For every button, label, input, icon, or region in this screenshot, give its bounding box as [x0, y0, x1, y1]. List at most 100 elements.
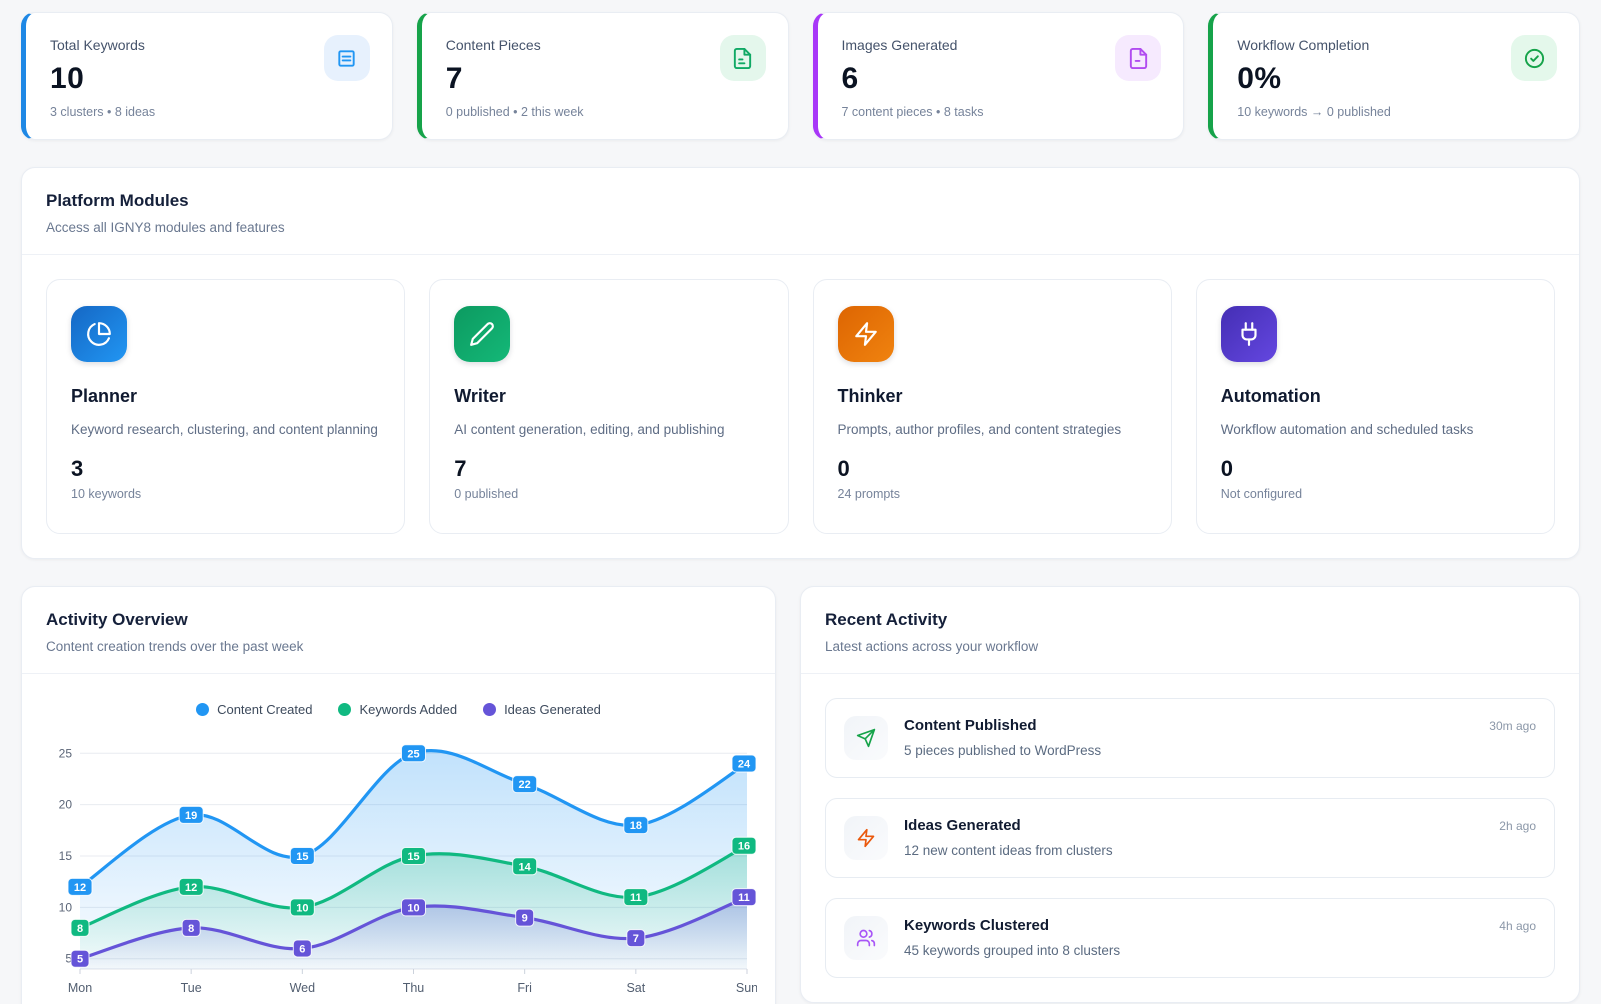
svg-text:9: 9	[522, 913, 528, 925]
platform-modules-panel: Platform Modules Access all IGNY8 module…	[21, 167, 1580, 559]
module-subtext: 10 keywords	[71, 487, 380, 501]
panel-title: Activity Overview	[46, 610, 751, 630]
chart-legend: Content Created Keywords Added Ideas Gen…	[42, 702, 755, 717]
svg-text:12: 12	[185, 882, 197, 894]
module-card-planner[interactable]: Planner Keyword research, clustering, an…	[46, 279, 405, 534]
svg-text:15: 15	[407, 851, 419, 863]
stat-card-images-generated: Images Generated 6 7 content pieces • 8 …	[813, 12, 1185, 140]
module-description: Workflow automation and scheduled tasks	[1221, 420, 1530, 441]
legend-label: Content Created	[217, 702, 312, 717]
legend-item-keywords-added[interactable]: Keywords Added	[338, 702, 457, 717]
activity-timestamp: 2h ago	[1499, 816, 1536, 833]
activity-overview-panel: Activity Overview Content creation trend…	[21, 586, 776, 1004]
stat-value: 10	[50, 62, 366, 96]
pencil-icon	[454, 306, 510, 362]
stat-value: 6	[842, 62, 1158, 96]
activity-title: Content Published	[904, 717, 1473, 734]
zap-icon	[838, 306, 894, 362]
file-text-icon	[720, 35, 766, 81]
svg-text:14: 14	[519, 861, 532, 873]
module-description: Keyword research, clustering, and conten…	[71, 420, 380, 441]
bottom-row: Activity Overview Content creation trend…	[21, 586, 1580, 1004]
svg-text:7: 7	[633, 933, 639, 945]
legend-dot	[338, 703, 351, 716]
recent-activity-panel: Recent Activity Latest actions across yo…	[800, 586, 1580, 1003]
activity-item-keywords-clustered: Keywords Clustered 45 keywords grouped i…	[825, 898, 1555, 978]
activity-timestamp: 30m ago	[1489, 716, 1536, 733]
stat-label: Content Pieces	[446, 37, 762, 53]
send-icon	[844, 716, 888, 760]
legend-label: Ideas Generated	[504, 702, 601, 717]
svg-text:20: 20	[59, 798, 73, 812]
stat-value: 0%	[1237, 62, 1553, 96]
panel-title: Platform Modules	[46, 191, 1555, 211]
svg-text:10: 10	[407, 902, 419, 914]
legend-label: Keywords Added	[359, 702, 457, 717]
activity-text: Ideas Generated 12 new content ideas fro…	[904, 816, 1483, 858]
svg-text:10: 10	[59, 900, 73, 914]
module-name: Automation	[1221, 386, 1530, 407]
panel-subtitle: Latest actions across your workflow	[825, 639, 1555, 654]
panel-subtitle: Access all IGNY8 modules and features	[46, 220, 1555, 235]
panel-subtitle: Content creation trends over the past we…	[46, 639, 751, 654]
svg-text:8: 8	[77, 923, 83, 935]
module-subtext: Not configured	[1221, 487, 1530, 501]
svg-text:18: 18	[630, 820, 642, 832]
activity-chart-area: Content Created Keywords Added Ideas Gen…	[22, 674, 775, 1004]
svg-text:11: 11	[738, 892, 750, 904]
activity-description: 5 pieces published to WordPress	[904, 743, 1473, 758]
module-name: Writer	[454, 386, 763, 407]
module-subtext: 0 published	[454, 487, 763, 501]
zap-icon	[844, 816, 888, 860]
activity-text: Keywords Clustered 45 keywords grouped i…	[904, 916, 1483, 958]
recent-activity-list: Content Published 5 pieces published to …	[801, 674, 1579, 1002]
legend-item-content-created[interactable]: Content Created	[196, 702, 312, 717]
svg-text:12: 12	[74, 882, 86, 894]
svg-text:5: 5	[77, 954, 83, 966]
module-subtext: 24 prompts	[838, 487, 1147, 501]
svg-text:Sun: Sun	[736, 981, 757, 995]
svg-text:15: 15	[59, 849, 73, 863]
file-minus-icon	[1115, 35, 1161, 81]
plug-icon	[1221, 306, 1277, 362]
module-description: AI content generation, editing, and publ…	[454, 420, 763, 441]
users-icon	[844, 916, 888, 960]
stat-subtext: 3 clusters • 8 ideas	[50, 105, 366, 119]
module-name: Planner	[71, 386, 380, 407]
legend-dot	[196, 703, 209, 716]
legend-dot	[483, 703, 496, 716]
legend-item-ideas-generated[interactable]: Ideas Generated	[483, 702, 601, 717]
svg-text:Sat: Sat	[626, 981, 645, 995]
activity-timestamp: 4h ago	[1499, 916, 1536, 933]
list-icon	[324, 35, 370, 81]
module-card-writer[interactable]: Writer AI content generation, editing, a…	[429, 279, 788, 534]
module-name: Thinker	[838, 386, 1147, 407]
module-value: 0	[1221, 456, 1530, 482]
module-description: Prompts, author profiles, and content st…	[838, 420, 1147, 441]
svg-text:Tue: Tue	[181, 981, 202, 995]
svg-text:Mon: Mon	[68, 981, 92, 995]
svg-text:15: 15	[296, 851, 308, 863]
module-card-automation[interactable]: Automation Workflow automation and sched…	[1196, 279, 1555, 534]
pie-chart-icon	[71, 306, 127, 362]
stat-subtext: 7 content pieces • 8 tasks	[842, 105, 1158, 119]
stats-row: Total Keywords 10 3 clusters • 8 ideas C…	[21, 12, 1580, 140]
stat-label: Workflow Completion	[1237, 37, 1553, 53]
svg-text:19: 19	[185, 810, 197, 822]
dashboard-page: Total Keywords 10 3 clusters • 8 ideas C…	[0, 0, 1601, 1004]
svg-text:8: 8	[188, 923, 194, 935]
recent-activity-header: Recent Activity Latest actions across yo…	[801, 587, 1579, 674]
activity-item-content-published: Content Published 5 pieces published to …	[825, 698, 1555, 778]
activity-title: Keywords Clustered	[904, 917, 1483, 934]
activity-line-chart: 510152025MonTueWedThuFriSatSun1219152522…	[42, 727, 757, 1003]
svg-text:16: 16	[738, 841, 750, 853]
module-card-thinker[interactable]: Thinker Prompts, author profiles, and co…	[813, 279, 1172, 534]
svg-text:Fri: Fri	[517, 981, 532, 995]
activity-description: 45 keywords grouped into 8 clusters	[904, 943, 1483, 958]
svg-text:24: 24	[738, 759, 751, 771]
svg-text:25: 25	[59, 746, 73, 760]
svg-text:11: 11	[630, 892, 642, 904]
module-value: 7	[454, 456, 763, 482]
platform-modules-header: Platform Modules Access all IGNY8 module…	[22, 168, 1579, 255]
activity-text: Content Published 5 pieces published to …	[904, 716, 1473, 758]
